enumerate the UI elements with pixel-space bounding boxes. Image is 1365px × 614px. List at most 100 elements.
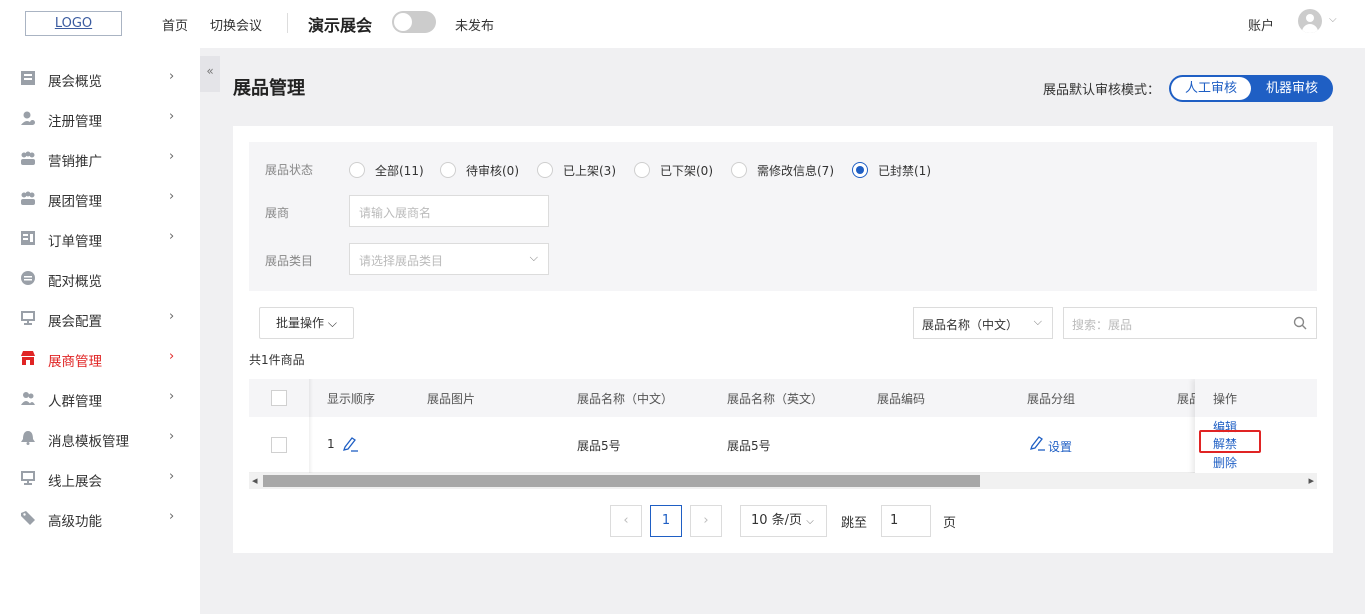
item-count: 共1件商品 bbox=[249, 353, 305, 367]
overview-icon bbox=[21, 71, 35, 85]
batch-operation-button[interactable]: 批量操作 ⌵ bbox=[259, 307, 354, 339]
column-header: 展品分组 bbox=[1027, 392, 1076, 406]
config-icon bbox=[21, 311, 35, 325]
jump-label: 跳至 bbox=[841, 516, 868, 531]
column-header: 展品名称（英文） bbox=[727, 392, 824, 406]
audit-mode-label: 展品默认审核模式： bbox=[1043, 83, 1161, 98]
delete-link[interactable]: 删除 bbox=[1213, 454, 1237, 471]
sidebar-item-label: 消息模板管理 bbox=[48, 434, 129, 450]
chevron-right-icon: › bbox=[169, 149, 175, 164]
row-checkbox[interactable] bbox=[271, 437, 287, 453]
sidebar-item-groups[interactable]: 展团管理 › bbox=[0, 178, 200, 218]
scrollbar-thumb[interactable] bbox=[263, 475, 980, 487]
sidebar-item-crowds[interactable]: 人群管理 › bbox=[0, 378, 200, 418]
sidebar-item-label: 注册管理 bbox=[48, 114, 102, 130]
sidebar-item-label: 高级功能 bbox=[48, 514, 102, 530]
page-number-button[interactable]: 1 bbox=[650, 505, 682, 537]
scroll-left-icon[interactable]: ◂ bbox=[252, 474, 258, 487]
next-page-button[interactable]: › bbox=[690, 505, 722, 537]
column-header: 操作 bbox=[1213, 392, 1238, 406]
edit-icon[interactable] bbox=[1029, 435, 1047, 451]
sidebar-item-label: 展会概览 bbox=[48, 74, 102, 90]
chevron-right-icon: › bbox=[169, 509, 175, 524]
highlight-box bbox=[1199, 430, 1261, 453]
scroll-right-icon[interactable]: ▸ bbox=[1308, 474, 1314, 487]
page-size-select[interactable]: 10 条/页 ⌵ bbox=[740, 505, 827, 537]
prev-page-button[interactable]: ‹ bbox=[610, 505, 642, 537]
audit-manual-option[interactable]: 人工审核 bbox=[1171, 77, 1251, 100]
chevron-down-icon[interactable]: ⌵ bbox=[1329, 14, 1337, 25]
logo[interactable]: LOGO bbox=[25, 11, 122, 36]
account-link[interactable]: 账户 bbox=[1248, 15, 1274, 34]
chevron-right-icon: › bbox=[169, 109, 175, 124]
chevron-right-icon: › bbox=[169, 389, 175, 404]
product-table: 显示顺序 展品图片 展品名称（中文） 展品名称（英文） 展品编码 展品分组 展品… bbox=[249, 379, 1317, 489]
toggle-knob bbox=[394, 13, 412, 31]
chevron-right-icon: › bbox=[169, 349, 175, 364]
category-filter-label: 展品类目 bbox=[265, 254, 314, 268]
search-field-select[interactable]: 展品名称（中文） ⌵ bbox=[913, 307, 1053, 339]
chevron-down-icon: ⌵ bbox=[806, 516, 814, 527]
audit-machine-option[interactable]: 机器审核 bbox=[1253, 77, 1331, 100]
sidebar-item-exhibitors[interactable]: 展商管理 › bbox=[0, 338, 200, 378]
sidebar-item-label: 营销推广 bbox=[48, 154, 102, 170]
chevron-right-icon: › bbox=[169, 469, 175, 484]
sidebar-item-expo-overview[interactable]: 展会概览 › bbox=[0, 58, 200, 98]
sidebar-item-expo-config[interactable]: 展会配置 › bbox=[0, 298, 200, 338]
search-input[interactable]: 搜索：展品 bbox=[1063, 307, 1317, 339]
chevron-right-icon: › bbox=[169, 309, 175, 324]
sidebar: 展会概览 › 注册管理 › 营销推广 › 展团管理 › 订单管理 › 配对概览 … bbox=[0, 48, 200, 614]
group-setting-link[interactable]: 设置 bbox=[1048, 438, 1072, 455]
sidebar-item-online-expo[interactable]: 线上展会 › bbox=[0, 458, 200, 498]
status-filter-label: 展品状态 bbox=[265, 163, 314, 177]
sidebar-item-orders[interactable]: 订单管理 › bbox=[0, 218, 200, 258]
chevron-right-icon: › bbox=[169, 229, 175, 244]
match-icon bbox=[21, 271, 35, 285]
avatar[interactable] bbox=[1298, 9, 1322, 33]
column-header: 展品编码 bbox=[877, 392, 926, 406]
edit-order-icon[interactable] bbox=[342, 436, 360, 452]
search-icon[interactable] bbox=[1293, 316, 1307, 330]
online-icon bbox=[21, 471, 35, 485]
nav-home-link[interactable]: 首页 bbox=[162, 15, 188, 34]
chevron-right-icon: › bbox=[169, 429, 175, 444]
chevron-down-icon: ⌵ bbox=[1033, 315, 1042, 328]
product-name-en: 展品5号 bbox=[727, 439, 771, 453]
table-row: 1 展品5号 展品5号 设置 bbox=[249, 417, 1317, 473]
horizontal-scrollbar[interactable]: ◂ ▸ bbox=[249, 473, 1317, 489]
content-panel: 展品状态 全部(11) 待审核(0) 已上架(3) 已下架(0) 需修改信息(7… bbox=[233, 126, 1333, 553]
bell-icon bbox=[21, 431, 35, 445]
nav-switch-conference-link[interactable]: 切换会议 bbox=[210, 15, 262, 34]
user-register-icon bbox=[21, 111, 35, 125]
divider bbox=[287, 13, 288, 33]
sidebar-item-label: 线上展会 bbox=[48, 474, 102, 490]
fixed-column-shadow bbox=[309, 379, 313, 473]
column-header: 显示顺序 bbox=[327, 392, 376, 406]
sidebar-item-message-templates[interactable]: 消息模板管理 › bbox=[0, 418, 200, 458]
marketing-icon bbox=[21, 151, 35, 165]
exhibitor-input[interactable]: 请输入展商名 bbox=[349, 195, 549, 227]
order-icon bbox=[21, 231, 35, 245]
top-bar: LOGO 首页 切换会议 演示展会 未发布 账户 ⌵ bbox=[0, 0, 1365, 48]
sidebar-item-advanced[interactable]: 高级功能 › bbox=[0, 498, 200, 538]
conference-name: 演示展会 bbox=[308, 16, 373, 35]
category-select[interactable]: 请选择展品类目 ⌵ bbox=[349, 243, 549, 275]
sidebar-item-label: 展商管理 bbox=[48, 354, 102, 370]
select-all-checkbox[interactable] bbox=[271, 390, 287, 406]
sidebar-item-matching[interactable]: 配对概览 bbox=[0, 258, 200, 298]
crowd-icon bbox=[21, 392, 35, 405]
sidebar-item-label: 订单管理 bbox=[48, 234, 102, 250]
tag-icon bbox=[21, 511, 35, 525]
publish-toggle[interactable] bbox=[392, 11, 436, 33]
audit-mode-switch: 人工审核 机器审核 bbox=[1169, 75, 1333, 102]
exhibitor-filter-label: 展商 bbox=[265, 206, 290, 220]
chevron-right-icon: › bbox=[169, 189, 175, 204]
display-order: 1 bbox=[327, 437, 335, 451]
sidebar-item-registration[interactable]: 注册管理 › bbox=[0, 98, 200, 138]
collapse-sidebar-button[interactable]: « bbox=[200, 56, 220, 92]
publish-status: 未发布 bbox=[455, 19, 495, 34]
jump-page-input[interactable]: 1 bbox=[881, 505, 931, 537]
chevron-down-icon: ⌵ bbox=[327, 316, 337, 330]
column-header: 展品图片 bbox=[427, 392, 476, 406]
sidebar-item-marketing[interactable]: 营销推广 › bbox=[0, 138, 200, 178]
